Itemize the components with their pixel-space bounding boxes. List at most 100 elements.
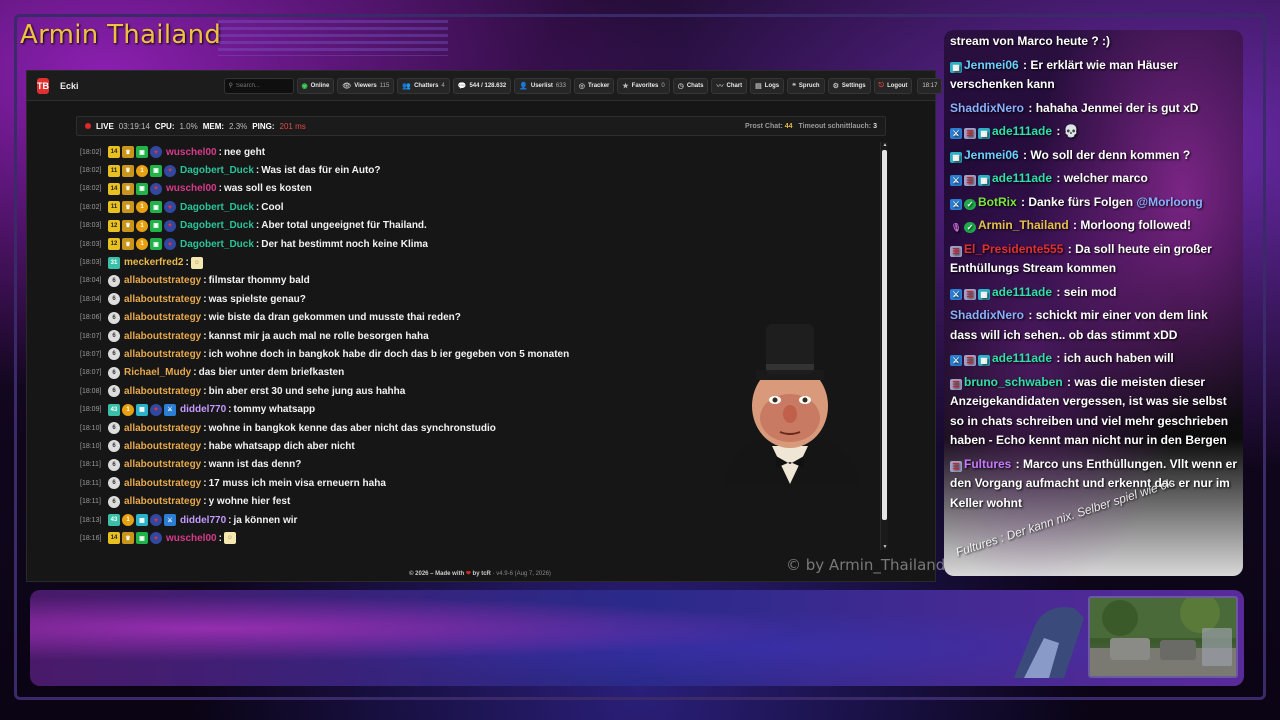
footer-copyright: © 2026 – Made with: [409, 571, 465, 577]
toolbar-button-users[interactable]: 👥 Chatters 4: [397, 77, 450, 94]
coin-badge-icon: 1: [122, 514, 134, 526]
message-username[interactable]: allaboutstrategy: [124, 459, 201, 470]
flag-badge-icon: ✦: [150, 514, 162, 526]
toolbar-button-label: Chart: [726, 82, 743, 89]
message-username[interactable]: allaboutstrategy: [124, 423, 201, 434]
app-logo[interactable]: TB: [37, 77, 49, 94]
message-timestamp: [18:04]: [80, 295, 102, 303]
flag-icon: ☰: [964, 175, 976, 186]
chat-message[interactable]: [18:04] 6 allaboutstrategy: filmstar thommy…: [76, 272, 876, 290]
toolbar-button-label: Logs: [764, 82, 780, 89]
message-timestamp: [18:07]: [80, 350, 102, 358]
message-username[interactable]: allaboutstrategy: [124, 312, 201, 323]
toolbar-button-gear[interactable]: ⚙ Settings: [827, 77, 871, 94]
message-username[interactable]: wuschel00: [166, 533, 217, 544]
chat-message[interactable]: [18:03] 31 meckerfred2: ☺: [76, 253, 876, 271]
toolbar-button-eye[interactable]: 👁 Viewers 115: [337, 77, 395, 94]
message-username[interactable]: Dagobert_Duck: [180, 202, 254, 213]
chat-message[interactable]: [18:02] 14 ♛ ▣ ✦ wuschel00: was soll es kosten: [76, 180, 876, 198]
dev-icon: ▦: [978, 288, 990, 300]
message-username[interactable]: diddel770: [180, 515, 226, 526]
coin-badge-icon: 1: [136, 164, 148, 177]
chat-message[interactable]: [18:13] 43 1 ▦ ✦ ⚔ diddel770: ja können wir: [76, 511, 876, 529]
message-timestamp: [18:02]: [80, 167, 102, 175]
message-username[interactable]: allaboutstrategy: [124, 294, 201, 305]
mod-icon: ⚔: [950, 355, 962, 366]
coin-badge-icon: 1: [122, 403, 134, 416]
chat-message[interactable]: [18:02] 14 ♛ ▣ ✦ wuschel00: nee geht: [76, 143, 876, 161]
message-timestamp: [18:16]: [80, 534, 102, 542]
toolbar-button-online[interactable]: ◉ Online: [296, 77, 335, 94]
toolbar-button-chart[interactable]: 〰 Chart: [711, 77, 748, 94]
chat-message[interactable]: [18:02] 11 ♛ 1 ▣ ✦ Dagobert_Duck: Was ist das f…: [76, 161, 876, 179]
sub-month-badge: 6: [108, 477, 120, 490]
toolbar-button-logs[interactable]: ▤ Logs: [750, 77, 785, 94]
toolbar-button-clock[interactable]: ◷ Chats: [672, 77, 709, 94]
scroll-up-icon[interactable]: ▲: [881, 142, 889, 148]
message-separator: :: [203, 275, 207, 287]
message-username[interactable]: allaboutstrategy: [124, 386, 201, 397]
toolbar-button-logout[interactable]: ⎋ Logout: [873, 77, 913, 94]
message-username[interactable]: Richael_Mudy: [124, 367, 191, 378]
message-username[interactable]: meckerfred2: [124, 257, 183, 268]
toolbar-button-speech[interactable]: ❝ Spruch: [787, 77, 825, 94]
message-username[interactable]: allaboutstrategy: [124, 275, 201, 286]
toolbar-button-star[interactable]: ★ Favorites 0: [617, 77, 670, 94]
crown-badge-icon: ♛: [122, 238, 134, 251]
chart-icon: 〰: [716, 82, 724, 90]
message-username[interactable]: Dagobert_Duck: [180, 165, 254, 176]
crown-badge-icon: ♛: [122, 182, 134, 195]
message-username[interactable]: wuschel00: [166, 183, 217, 194]
scroll-down-icon[interactable]: ▼: [881, 544, 889, 550]
message-username[interactable]: allaboutstrategy: [124, 478, 201, 489]
mod-badge-icon: ⚔: [164, 514, 176, 526]
message-timestamp: [18:02]: [80, 148, 102, 156]
message-text: ich wohne doch in bangkok habe dir doch …: [208, 348, 570, 360]
sub-month-badge: 6: [108, 366, 120, 379]
message-separator: :: [203, 385, 207, 397]
toolbar-button-tracker[interactable]: ◎ Tracker: [573, 77, 615, 94]
message-username[interactable]: Dagobert_Duck: [180, 239, 254, 250]
flag-icon: ☰: [950, 460, 962, 472]
message-username[interactable]: Dagobert_Duck: [180, 220, 254, 231]
message-text: was soll es kosten: [223, 183, 312, 195]
message-username[interactable]: allaboutstrategy: [124, 441, 201, 452]
message-separator: :: [218, 146, 222, 158]
message-text: wohne in bangkok kenne das aber nicht da…: [208, 422, 496, 434]
ping-value: 201 ms: [279, 121, 306, 131]
heart-icon: ❤: [465, 571, 471, 577]
stream-chat-username: Fultures: [964, 456, 1012, 471]
search-box[interactable]: ⚲: [223, 77, 294, 94]
toolbar-button-label: Spruch: [798, 82, 820, 89]
toolbar-button-user[interactable]: 👤 Userlist 633: [514, 77, 571, 94]
chat-message[interactable]: [18:03] 12 ♛ 1 ▣ ✦ Dagobert_Duck: Aber total un…: [76, 217, 876, 235]
toolbar-button-count: 0: [661, 82, 665, 89]
mod-badge-icon: ⚔: [164, 403, 176, 416]
message-separator: :: [203, 330, 207, 342]
message-text: ja können wir: [233, 514, 298, 526]
message-username[interactable]: allaboutstrategy: [124, 496, 201, 507]
message-username[interactable]: diddel770: [180, 404, 226, 415]
chat-message[interactable]: [18:03] 12 ♛ 1 ▣ ✦ Dagobert_Duck: Der hat besti…: [76, 235, 876, 253]
dev-icon: ▦: [978, 175, 990, 186]
sub-month-badge: 6: [108, 348, 120, 361]
live-indicator-icon: [85, 123, 91, 129]
stream-chat-separator: :: [1053, 284, 1064, 299]
message-username[interactable]: allaboutstrategy: [124, 331, 201, 342]
chat-scrollbar[interactable]: ▲ ▼: [880, 142, 888, 550]
scroll-thumb[interactable]: [882, 150, 887, 520]
chat-message[interactable]: [18:02] 11 ♛ 1 ▣ ✦ Dagobert_Duck: Cool: [76, 198, 876, 216]
chat-message[interactable]: [18:11] 6 allaboutstrategy: y wohne hier fe…: [76, 492, 876, 510]
gift-badge-icon: ▣: [136, 182, 148, 195]
webcam-scene: [1090, 598, 1236, 676]
message-username[interactable]: allaboutstrategy: [124, 349, 201, 360]
toolbar-button-chat[interactable]: 💬 544 / 128.632: [452, 77, 512, 94]
search-input[interactable]: [235, 82, 291, 89]
message-separator: :: [203, 312, 207, 324]
message-username[interactable]: wuschel00: [166, 147, 217, 158]
live-label: LIVE: [96, 121, 114, 131]
chat-message[interactable]: [18:16] 14 ♛ ▣ ✦ wuschel00: ☺: [76, 529, 876, 547]
message-timestamp: [18:07]: [80, 332, 102, 340]
stream-chat-separator: :: [1053, 351, 1064, 365]
sub-month-badge: 6: [108, 274, 120, 287]
